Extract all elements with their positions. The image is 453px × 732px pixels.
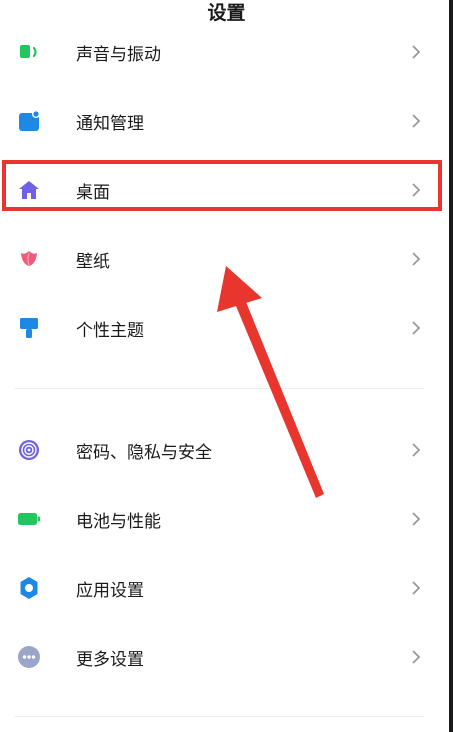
screen-edge [449, 0, 453, 732]
annotation-arrow [217, 266, 324, 498]
